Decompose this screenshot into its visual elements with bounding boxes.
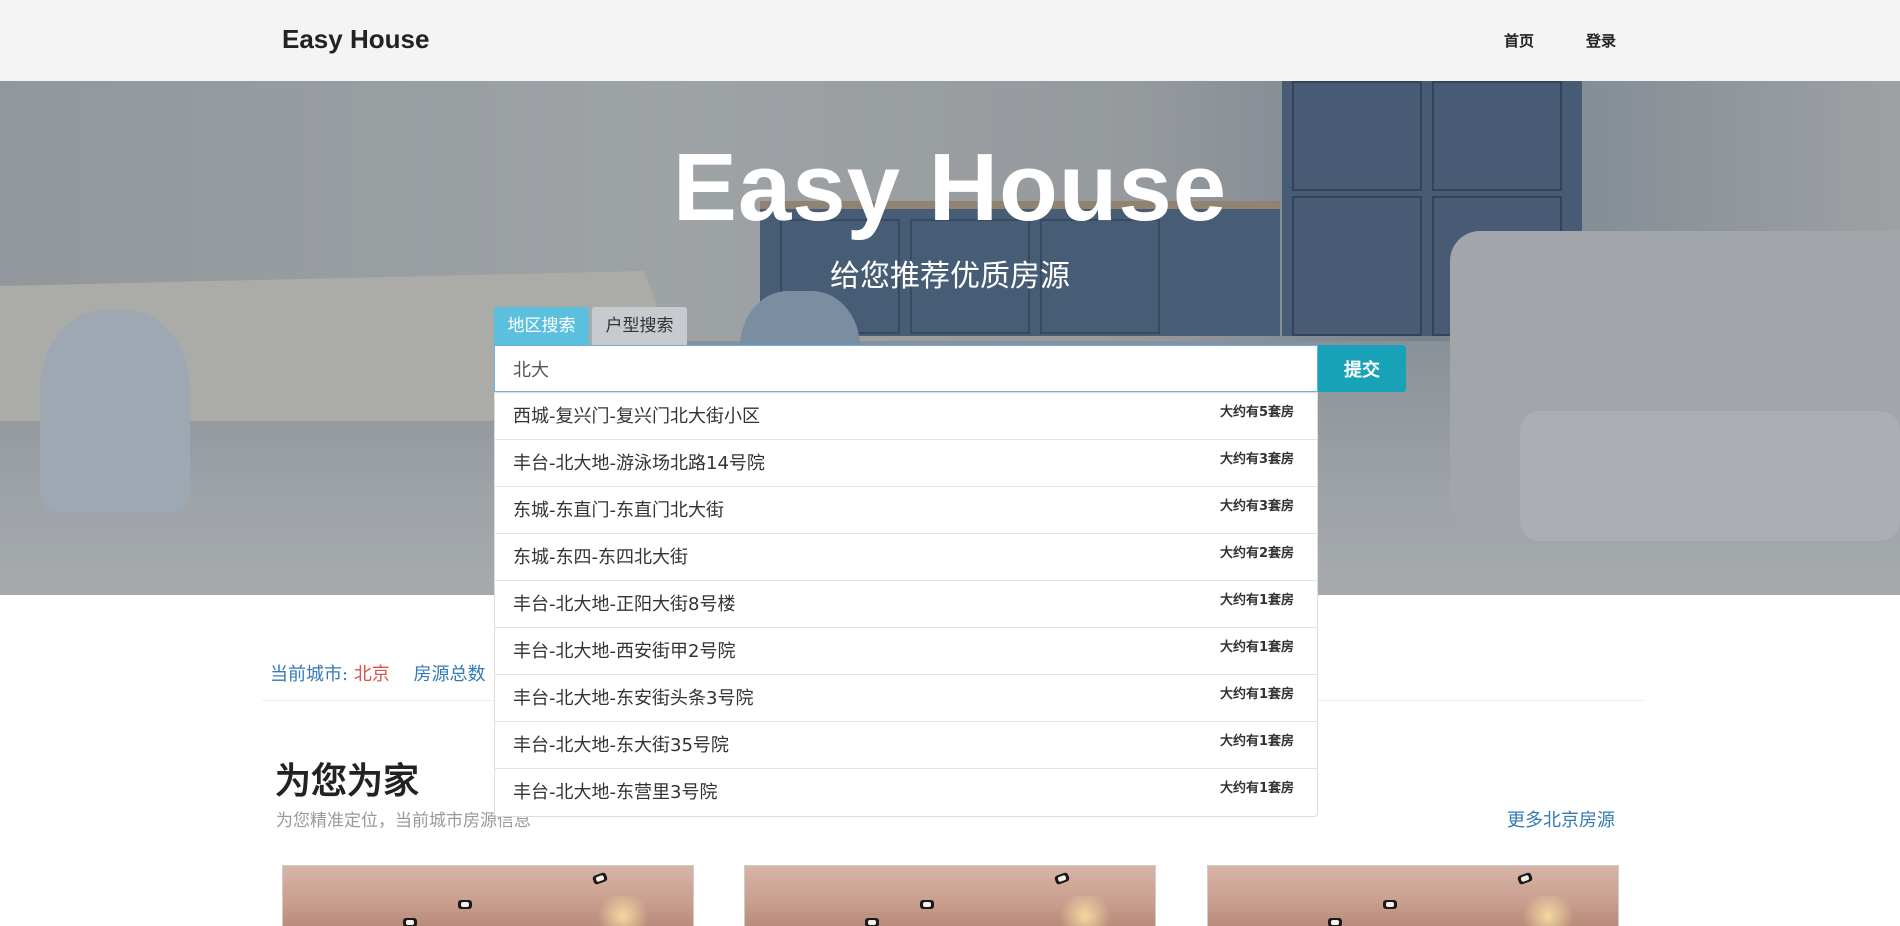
listing-card-image[interactable] [1207, 865, 1619, 926]
suggestion-count: 大约有2套房 [1219, 546, 1294, 561]
suggestion-name: 东城-东四-东四北大街 [513, 547, 688, 568]
listing-card-image[interactable] [282, 865, 694, 926]
submit-button[interactable]: 提交 [1318, 345, 1406, 392]
listing-card-image[interactable] [744, 865, 1156, 926]
suggestion-count: 大约有3套房 [1219, 499, 1294, 514]
suggestion-item[interactable]: 丰台-北大地-游泳场北路14号院 大约有3套房 [495, 440, 1317, 487]
suggestion-item[interactable]: 丰台-北大地-东安街头条3号院 大约有1套房 [495, 675, 1317, 722]
suggestion-name: 丰台-北大地-正阳大街8号楼 [513, 594, 736, 615]
suggestion-name: 丰台-北大地-东大街35号院 [513, 735, 729, 756]
suggestion-count: 大约有1套房 [1219, 781, 1294, 796]
suggestion-item[interactable]: 丰台-北大地-东大街35号院 大约有1套房 [495, 722, 1317, 769]
suggestion-count: 大约有1套房 [1219, 734, 1294, 749]
suggestion-count: 大约有1套房 [1219, 687, 1294, 702]
nav-home-link[interactable]: 首页 [1504, 30, 1534, 51]
suggestion-count: 大约有1套房 [1219, 593, 1294, 608]
nav-login-link[interactable]: 登录 [1586, 30, 1616, 51]
suggestion-name: 丰台-北大地-东营里3号院 [513, 782, 718, 803]
suggestion-item[interactable]: 丰台-北大地-西安街甲2号院 大约有1套房 [495, 628, 1317, 675]
current-city-value[interactable]: 北京 [354, 664, 390, 685]
brand-logo[interactable]: Easy House [282, 24, 429, 55]
hero-title: Easy House [672, 134, 1228, 241]
current-city-label: 当前城市: [270, 664, 349, 685]
suggestion-name: 丰台-北大地-西安街甲2号院 [513, 641, 736, 662]
suggestion-count: 大约有1套房 [1219, 640, 1294, 655]
suggestion-count: 大约有3套房 [1219, 452, 1294, 467]
suggestion-name: 丰台-北大地-游泳场北路14号院 [513, 453, 765, 474]
search-suggestion-list: 西城-复兴门-复兴门北大街小区 大约有5套房 丰台-北大地-游泳场北路14号院 大约有… [494, 392, 1318, 817]
hero-subtitle: 给您推荐优质房源 [830, 259, 1070, 294]
search-input[interactable] [494, 345, 1318, 392]
suggestion-item[interactable]: 东城-东四-东四北大街 大约有2套房 [495, 534, 1317, 581]
suggestion-item[interactable]: 西城-复兴门-复兴门北大街小区 大约有5套房 [495, 393, 1317, 440]
suggestion-item[interactable]: 东城-东直门-东直门北大街 大约有3套房 [495, 487, 1317, 534]
suggestion-item[interactable]: 丰台-北大地-正阳大街8号楼 大约有1套房 [495, 581, 1317, 628]
section-subtitle: 为您精准定位，当前城市房源信息 [276, 811, 531, 831]
suggestion-name: 东城-东直门-东直门北大街 [513, 500, 724, 521]
suggestion-name: 西城-复兴门-复兴门北大街小区 [513, 406, 760, 427]
city-info-bar: 当前城市: 北京 房源总数 [270, 660, 486, 686]
more-listings-link[interactable]: 更多北京房源 [1507, 806, 1615, 832]
suggestion-count: 大约有5套房 [1219, 405, 1294, 420]
suggestion-item[interactable]: 丰台-北大地-东营里3号院 大约有1套房 [495, 769, 1317, 816]
tab-region-search[interactable]: 地区搜索 [494, 307, 589, 345]
tab-type-search[interactable]: 户型搜索 [592, 307, 687, 345]
section-title: 为您为家 [275, 761, 420, 802]
navbar: Easy House 首页 登录 [0, 0, 1900, 81]
suggestion-name: 丰台-北大地-东安街头条3号院 [513, 688, 754, 709]
total-listings-label: 房源总数 [413, 664, 486, 685]
